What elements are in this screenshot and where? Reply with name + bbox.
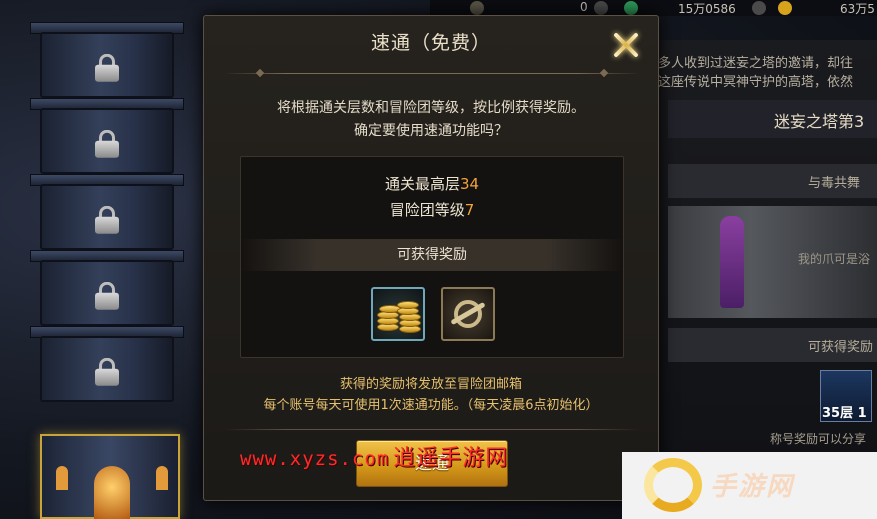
lock-icon [95, 357, 119, 386]
divider [224, 429, 640, 430]
max-floor-label: 通关最高层 [384, 175, 460, 193]
boss-figure [720, 216, 744, 308]
tower-floor-locked[interactable] [40, 336, 174, 402]
site-logo: 手游网 [622, 452, 877, 519]
boss-quote: 我的爪可是浴 [798, 252, 871, 266]
max-floor-stat: 通关最高层34 [241, 173, 623, 194]
currency-value-2: 15万0586 [678, 2, 736, 16]
max-floor-value: 34 [459, 175, 480, 193]
dialog-title: 速通（免费） [370, 32, 491, 54]
tower-window [56, 466, 68, 490]
watermark-name: 逍遥手游网 [393, 446, 509, 471]
tower-floor-locked[interactable] [40, 260, 174, 326]
add-icon[interactable] [594, 1, 608, 15]
dialog-description: 将根据通关层数和冒险团等级，按比例获得奖励。 [277, 100, 585, 116]
daily-limit-notice: 每个账号每天可使用1次速通功能。（每天凌晨6点初始化） [263, 398, 599, 413]
close-icon[interactable] [609, 28, 643, 62]
tower-stage-title: 迷妄之塔第3 [668, 100, 877, 138]
tower-illustration [22, 22, 192, 519]
divider [224, 73, 640, 74]
watermark-url: www.xyzs.com [240, 448, 390, 470]
gold-coins-icon[interactable] [371, 287, 425, 341]
tower-floor-current[interactable] [40, 434, 180, 519]
lock-icon [95, 205, 119, 234]
tower-window [156, 466, 168, 490]
reward-title: 可获得奖励 [241, 239, 623, 271]
gold-icon [778, 1, 792, 15]
currency-value-1: 0 [580, 0, 588, 14]
boss-preview: 我的爪可是浴 [668, 206, 877, 318]
dialog-question: 确定要使用速通功能吗？ [354, 123, 508, 139]
guild-level-value: 7 [464, 201, 475, 219]
tower-door [94, 466, 130, 519]
tower-info-panel: 多人收到过迷妄之塔的邀请，却往 这座传说中冥神守护的高塔，依然 迷妄之塔第3 与… [658, 40, 877, 519]
intro-text-line: 多人收到过迷妄之塔的邀请，却往 [658, 56, 854, 71]
lock-icon [95, 53, 119, 82]
lock-icon [95, 281, 119, 310]
moon-icon [470, 1, 484, 15]
logo-swirl-icon [644, 458, 702, 512]
site-watermark: www.xyzs.com 逍遥手游网 [240, 440, 508, 472]
logo-text: 手游网 [710, 472, 795, 502]
clear-info-box: 通关最高层34 冒险团等级7 可获得奖励 [240, 156, 624, 358]
tower-floor-locked[interactable] [40, 184, 174, 250]
tower-floor-locked[interactable] [40, 108, 174, 174]
quick-clear-dialog: 速通（免费） 将根据通关层数和冒险团等级，按比例获得奖励。 确定要使用速通功能吗… [203, 15, 659, 501]
mail-notice: 获得的奖励将发放至冒险团邮箱 [339, 377, 522, 392]
gem-icon [624, 1, 638, 15]
tower-floor-locked[interactable] [40, 32, 174, 98]
add-icon[interactable] [752, 1, 766, 15]
reward-header: 可获得奖励 [668, 328, 877, 362]
emblem-icon[interactable] [441, 287, 495, 341]
intro-text-line: 这座传说中冥神守护的高塔，依然 [658, 75, 854, 90]
lock-icon [95, 129, 119, 158]
currency-bar: 0 15万0586 63万5 [430, 0, 877, 16]
reward-item-label: 35层 1 [822, 406, 867, 421]
currency-value-3: 63万5 [840, 2, 875, 16]
reward-note: 称号奖励可以分享 [770, 432, 867, 446]
guild-level-label: 冒险团等级 [389, 201, 465, 219]
guild-level-stat: 冒险团等级7 [241, 199, 623, 220]
stage-name: 与毒共舞 [668, 164, 877, 198]
